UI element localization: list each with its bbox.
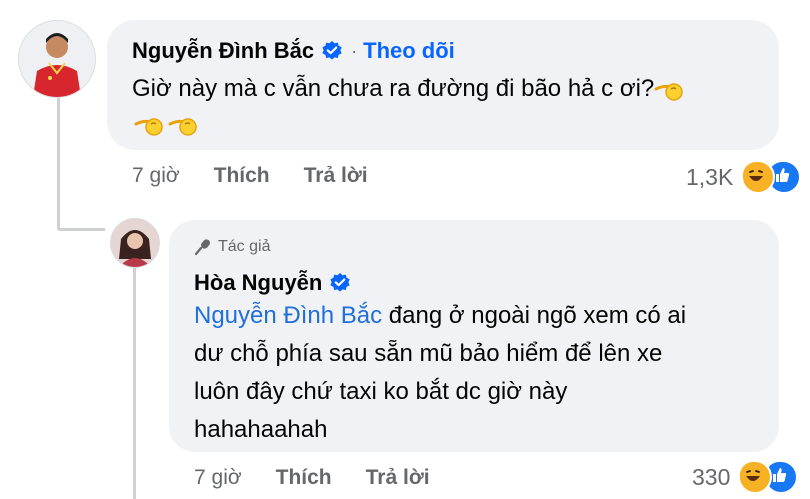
follow-button[interactable]: Theo dõi [363,38,455,64]
like-button[interactable]: Thích [214,164,270,188]
reply-author-name[interactable]: Hòa Nguyễn [194,270,322,296]
reply-reply-button[interactable]: Trả lời [366,466,430,490]
commenter-avatar[interactable] [18,20,96,98]
reply-author-avatar[interactable] [110,218,160,268]
thread-line-vertical [57,95,60,230]
commenter-avatar-image [19,21,95,97]
reply-line-2: dư chỗ phía sau sẵn mũ bảo hiểm để lên x… [194,340,663,367]
comment-text: Giờ này mà c vẫn chưa ra đường đi bão hả… [132,70,762,108]
microphone-icon [194,239,210,256]
mention-link[interactable]: Nguyễn Đình Bắc [194,302,382,329]
reply-avatar-image [111,219,159,267]
pointing-hand-emoji-icon [654,82,684,101]
reply-button[interactable]: Trả lời [304,164,368,188]
separator-dot: · [351,40,358,61]
verified-badge-icon [330,273,350,292]
comment-header: Nguyễn Đình Bắc · Theo dõi [132,38,455,64]
thread-line-curve [57,228,105,231]
haha-reaction-icon [741,160,776,194]
reply-line-1-text: đang ở ngoài ngõ xem có ai [382,302,687,329]
reply-reactions[interactable]: 330 [692,460,799,494]
reply-timestamp[interactable]: 7 giờ [194,466,242,490]
comment-text-content: Giờ này mà c vẫn chưa ra đường đi bão hả… [132,75,655,102]
comment-reactions[interactable]: 1,3K [686,160,802,194]
reply-header: Hòa Nguyễn [194,270,351,296]
reply-line-3: luôn đây chứ taxi ko bắt dc giờ này [194,378,568,405]
reply-line-4: hahahaahah [194,416,328,443]
author-badge: Tác giả [194,238,270,256]
comment-emoji-row [132,110,200,140]
reply-line-1: Nguyễn Đình Bắc đang ở ngoài ngõ xem có … [194,297,769,335]
reply-reaction-count: 330 [692,463,731,490]
haha-reaction-icon [738,460,773,494]
reply-text: Nguyễn Đình Bắc đang ở ngoài ngõ xem có … [194,297,769,449]
pointing-hand-emoji-icon [134,118,163,136]
author-badge-label: Tác giả [218,238,271,255]
reply-actions: 7 giờ Thích Trả lời [194,466,464,490]
pointing-hand-emoji-icon [168,118,197,136]
comment-timestamp[interactable]: 7 giờ [132,164,180,188]
comment-actions: 7 giờ Thích Trả lời [132,164,402,188]
reply-thread-line [133,268,136,499]
reply-like-button[interactable]: Thích [276,466,332,490]
verified-badge-icon [322,41,342,60]
reaction-count: 1,3K [686,163,734,190]
comment-author-name[interactable]: Nguyễn Đình Bắc [132,38,314,64]
